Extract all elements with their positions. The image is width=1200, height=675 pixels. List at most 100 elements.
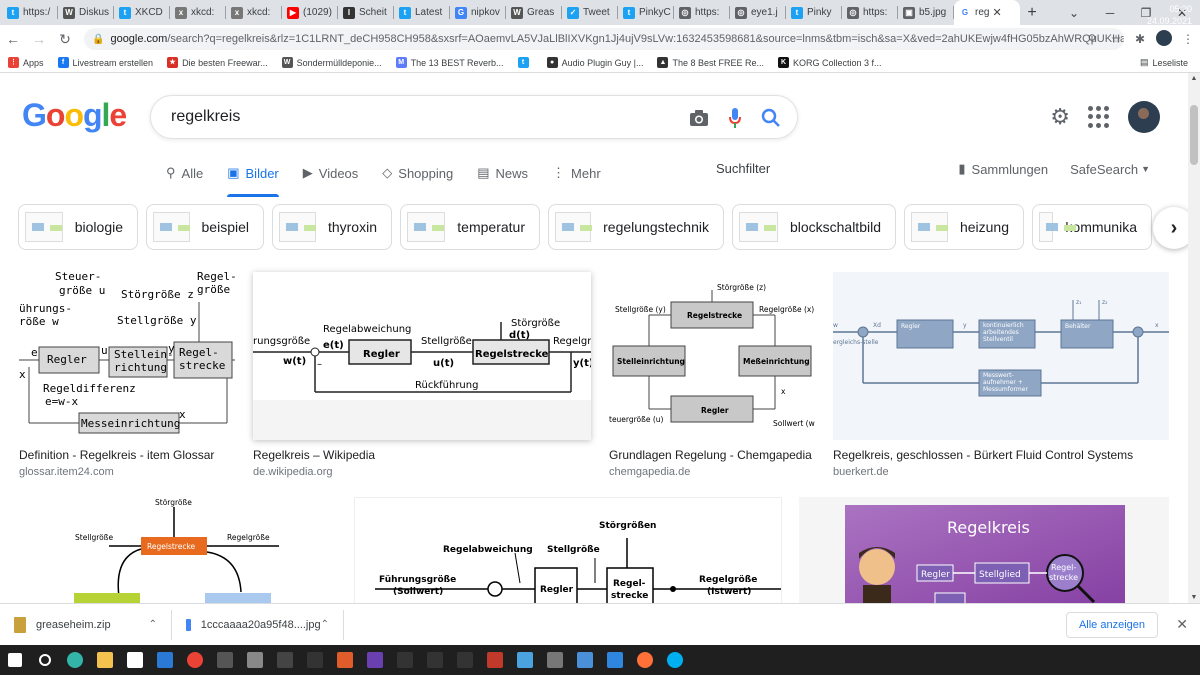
related-search-chip[interactable]: biologie: [18, 204, 138, 250]
firefox-icon[interactable]: [630, 645, 660, 675]
related-search-chip[interactable]: kommunika: [1032, 204, 1152, 250]
browser-tab[interactable]: W Diskus: [58, 0, 114, 25]
browser-tab[interactable]: x xkcd:: [226, 0, 282, 25]
result-thumbnail[interactable]: Regler kontinuierlich arbeitendes Stellv…: [833, 272, 1169, 440]
app-icon[interactable]: [240, 645, 270, 675]
browser-tab[interactable]: t https:/: [2, 0, 58, 25]
new-tab-button[interactable]: +: [1020, 4, 1044, 22]
browser-tab[interactable]: ✓ Tweet: [562, 0, 618, 25]
scrollbar-thumb[interactable]: [1190, 105, 1198, 165]
back-button[interactable]: ←: [0, 31, 26, 47]
extensions-icon[interactable]: ✱: [1128, 32, 1152, 46]
browser-tab[interactable]: t Latest: [394, 0, 450, 25]
image-result[interactable]: Störgröße d(t) Regelabweichung e(t) Stel…: [253, 272, 591, 478]
forward-button[interactable]: →: [26, 31, 52, 47]
browser-tab[interactable]: ◎ eye1.j: [730, 0, 786, 25]
search-query[interactable]: regelkreis: [171, 108, 240, 126]
app-icon[interactable]: [390, 645, 420, 675]
related-search-chip[interactable]: regelungstechnik: [548, 204, 724, 250]
show-all-downloads-button[interactable]: Alle anzeigen: [1065, 612, 1158, 638]
bookmark-item[interactable]: ★ Die besten Freewar...: [167, 57, 268, 68]
related-search-chip[interactable]: blockschaltbild: [732, 204, 896, 250]
result-thumbnail[interactable]: Störgröße (z) Stellgröße (y) Regelstreck…: [609, 272, 815, 440]
download-item[interactable]: greaseheim.zip ⌃: [0, 609, 172, 640]
collections-link[interactable]: ▮ Sammlungen: [958, 161, 1048, 177]
image-result[interactable]: Störgrößen Regelabweichung Stellgröße Fü…: [354, 497, 782, 603]
browser-tab[interactable]: ◎ https:: [842, 0, 898, 25]
app-icon[interactable]: [540, 645, 570, 675]
result-thumbnail[interactable]: Regelkreis Regler Stellglied Regel- stre…: [799, 497, 1169, 603]
scroll-up-icon[interactable]: ▲: [1188, 75, 1200, 82]
image-result[interactable]: Störgröße Stellgröße Regelstrecke Regelg…: [19, 497, 303, 603]
tab-search-icon[interactable]: ⌄: [1056, 6, 1092, 20]
store-icon[interactable]: [120, 645, 150, 675]
bookmark-star-icon[interactable]: ☆: [1104, 32, 1128, 46]
safesearch-dropdown[interactable]: SafeSearch ▼: [1070, 162, 1150, 177]
file-explorer-icon[interactable]: [90, 645, 120, 675]
image-result[interactable]: Regelkreis Regler Stellglied Regel- stre…: [799, 497, 1169, 603]
tab-videos[interactable]: ▶ Videos: [303, 159, 359, 187]
voicemeeter-icon[interactable]: [480, 645, 510, 675]
menu-icon[interactable]: ⋮: [1176, 32, 1200, 46]
browser-tab[interactable]: t XKCD: [114, 0, 170, 25]
browser-tab-active[interactable]: Greg ✕: [954, 0, 1020, 25]
google-apps-icon[interactable]: [1088, 106, 1110, 128]
mail-icon[interactable]: [150, 645, 180, 675]
related-search-chip[interactable]: beispiel: [146, 204, 264, 250]
skype-icon[interactable]: [660, 645, 690, 675]
result-title[interactable]: Definition - Regelkreis - item Glossar: [19, 448, 235, 462]
app-icon[interactable]: [450, 645, 480, 675]
result-thumbnail[interactable]: Störgrößen Regelabweichung Stellgröße Fü…: [354, 497, 782, 603]
system-clock[interactable]: 05:20 24.09.2021: [1147, 3, 1192, 27]
app-icon[interactable]: [570, 645, 600, 675]
search-icon[interactable]: [30, 645, 60, 675]
bookmark-item[interactable]: ● Audio Plugin Guy |...: [546, 57, 643, 68]
browser-tab[interactable]: x xkcd:: [170, 0, 226, 25]
browser-tab[interactable]: ▣ b5.jpg: [898, 0, 954, 25]
app-icon[interactable]: [510, 645, 540, 675]
result-thumbnail[interactable]: Störgröße d(t) Regelabweichung e(t) Stel…: [253, 272, 591, 440]
browser-tab[interactable]: W Greas: [506, 0, 562, 25]
bookmark-item[interactable]: ▲ The 8 Best FREE Re...: [657, 57, 764, 68]
result-title[interactable]: Grundlagen Regelung - Chemgapedia: [609, 448, 815, 462]
tab-alle[interactable]: ⚲ Alle: [166, 159, 203, 187]
kali-icon[interactable]: [420, 645, 450, 675]
browser-tab[interactable]: ◎ https:: [674, 0, 730, 25]
bookmark-item[interactable]: ⋮ Apps: [8, 57, 44, 68]
related-search-chip[interactable]: temperatur: [400, 204, 540, 250]
result-title[interactable]: Regelkreis, geschlossen - Bürkert Fluid …: [833, 448, 1169, 462]
browser-tab[interactable]: t PinkyC: [618, 0, 674, 25]
reading-list-button[interactable]: ▤ Leseliste: [1140, 57, 1188, 68]
minimize-button[interactable]: ─: [1092, 6, 1128, 20]
settings-gear-icon[interactable]: ⚙: [1050, 104, 1070, 130]
reload-button[interactable]: ↻: [52, 31, 78, 48]
chrome-icon[interactable]: [180, 645, 210, 675]
chevron-up-icon[interactable]: ⌃: [149, 619, 157, 630]
app-icon[interactable]: [300, 645, 330, 675]
bookmark-item[interactable]: M The 13 BEST Reverb...: [395, 57, 504, 68]
close-icon[interactable]: ✕: [1176, 616, 1188, 633]
related-search-chip[interactable]: thyroxin: [272, 204, 392, 250]
close-tab-icon[interactable]: ✕: [992, 6, 1001, 19]
image-result[interactable]: Steuer- größe u Regel- größe x Störgröße…: [19, 272, 235, 478]
account-avatar[interactable]: [1128, 101, 1160, 133]
address-bar[interactable]: 🔒 google.com/search?q=regelkreis&rlz=1C1…: [84, 28, 1124, 50]
app-icon[interactable]: [330, 645, 360, 675]
download-item[interactable]: 1cccaaaa20a95f48....jpg ⌃: [172, 609, 344, 640]
page-scrollbar[interactable]: ▲ ▼: [1188, 73, 1200, 603]
browser-tab[interactable]: I Scheit: [338, 0, 394, 25]
image-result[interactable]: Störgröße (z) Stellgröße (y) Regelstreck…: [609, 272, 815, 478]
browser-tab[interactable]: Gnipkov: [450, 0, 506, 25]
tab-shopping[interactable]: ◇ Shopping: [382, 159, 453, 187]
related-search-chip[interactable]: heizung: [904, 204, 1024, 250]
live-icon[interactable]: [270, 645, 300, 675]
app-icon[interactable]: [360, 645, 390, 675]
browser-tab[interactable]: ▶ (1029): [282, 0, 338, 25]
microphone-icon[interactable]: [723, 106, 747, 130]
tab-bilder[interactable]: ▣ Bilder: [227, 159, 279, 197]
profile-avatar[interactable]: [1152, 29, 1176, 49]
chevron-up-icon[interactable]: ⌃: [321, 619, 329, 630]
scroll-down-icon[interactable]: ▼: [1188, 594, 1200, 601]
zoom-search-icon[interactable]: ⚲: [1080, 32, 1104, 46]
search-icon[interactable]: [759, 106, 783, 130]
